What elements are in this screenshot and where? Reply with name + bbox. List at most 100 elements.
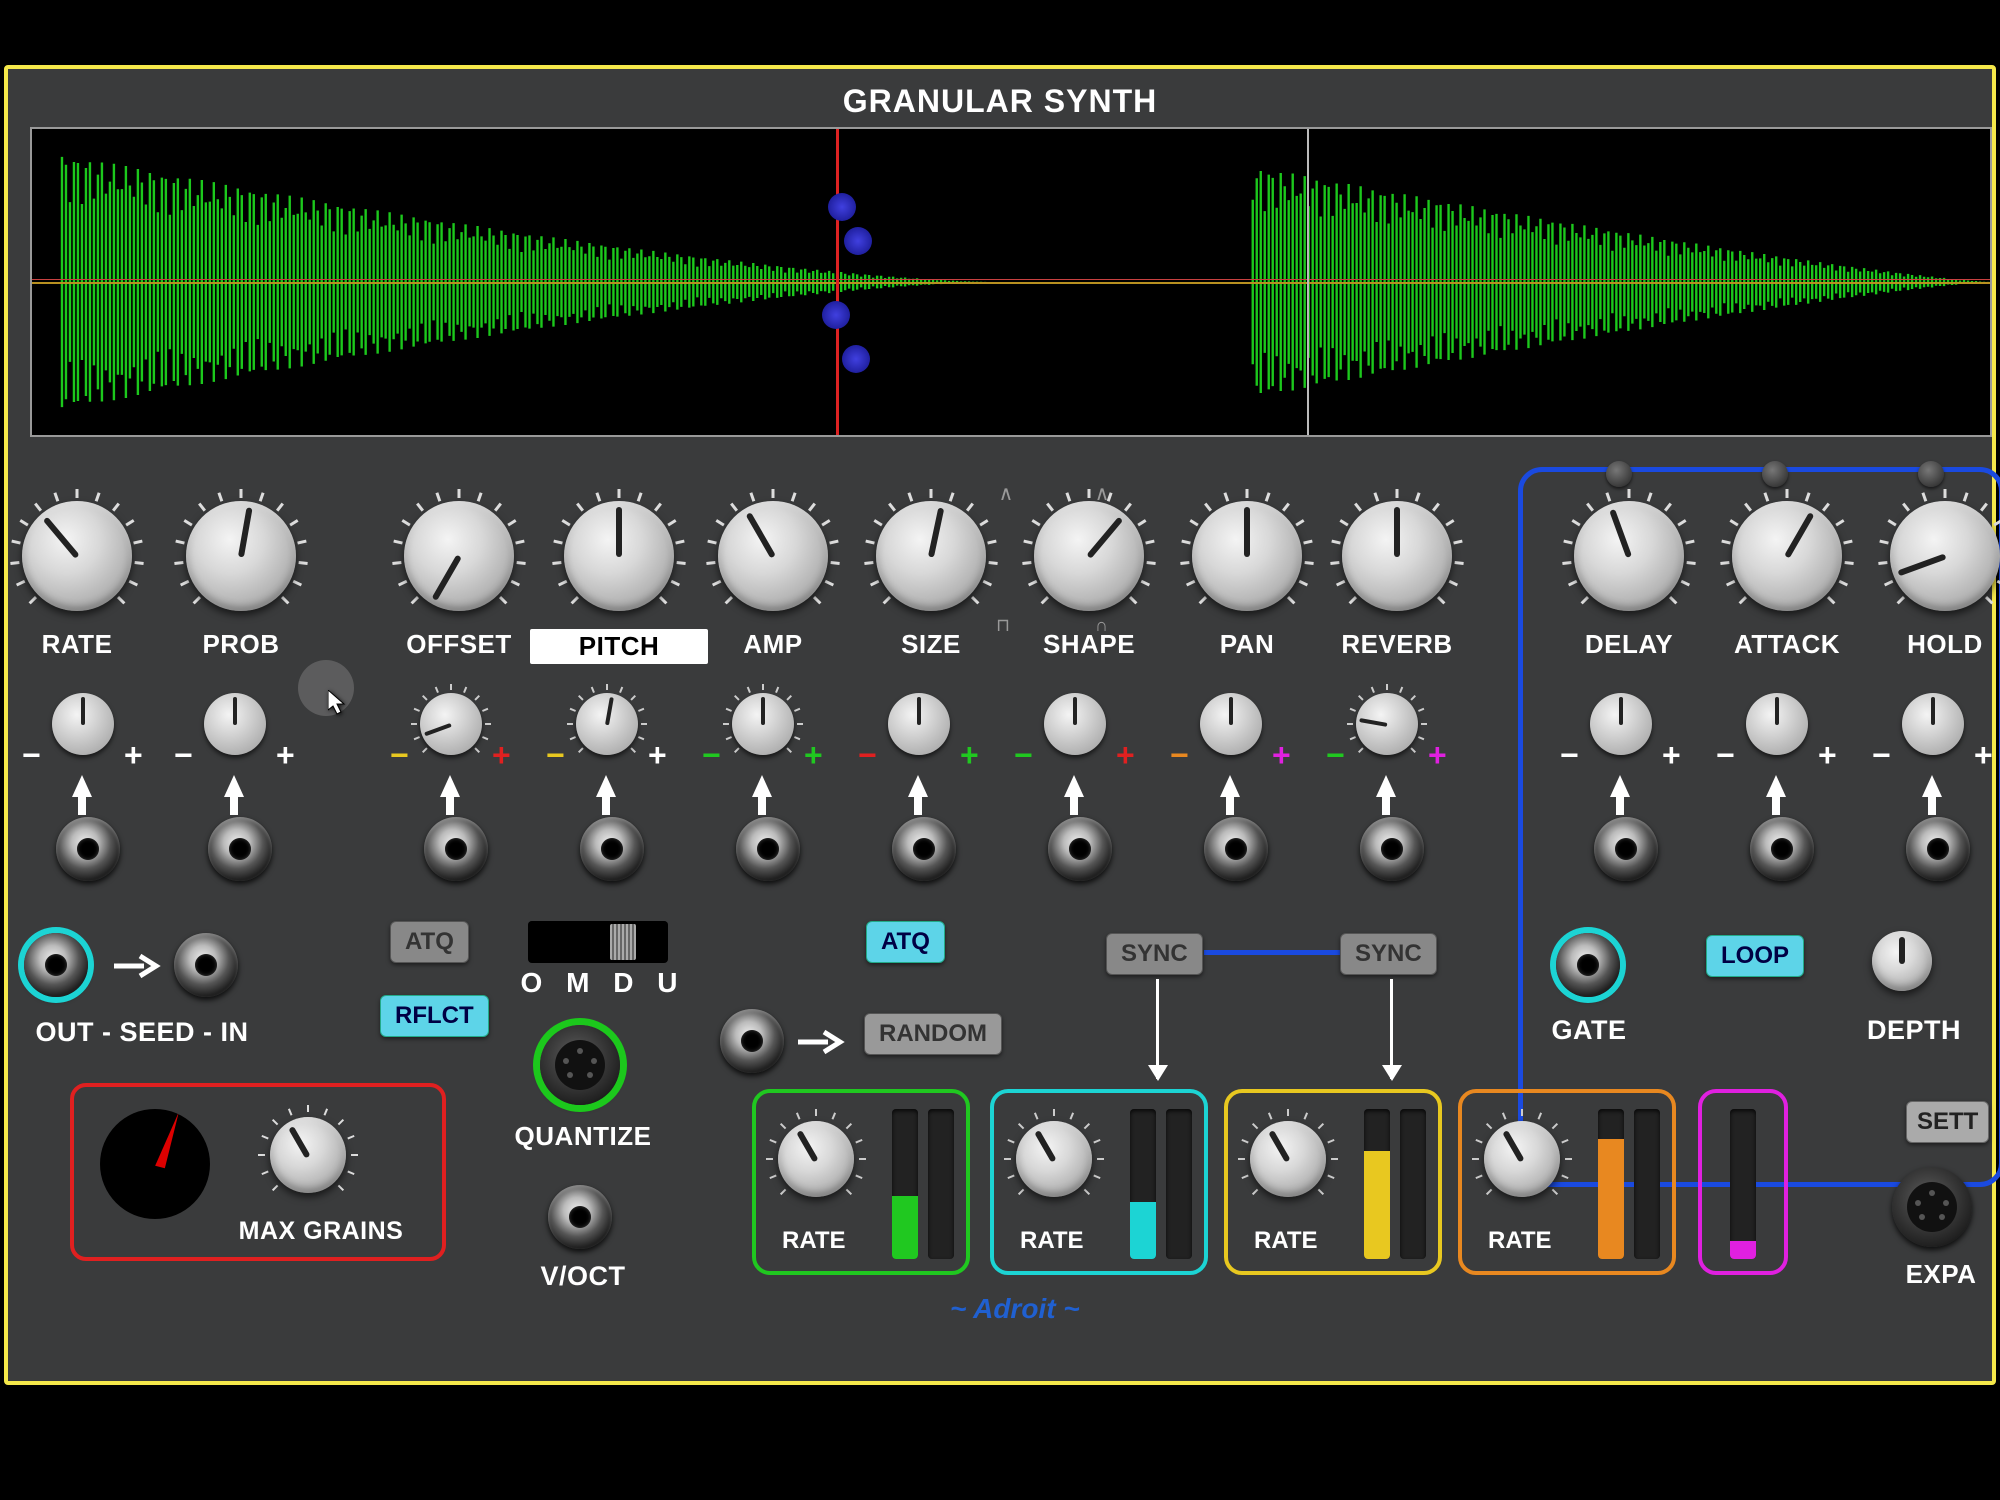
sync1-button[interactable]: SYNC [1106, 933, 1203, 975]
seed-out-jack[interactable] [24, 933, 88, 997]
mode-switch[interactable] [528, 921, 668, 963]
depth-knob[interactable] [1872, 931, 1932, 991]
attenuator-knob-3[interactable] [576, 693, 638, 755]
expand-jack[interactable] [1892, 1167, 1972, 1247]
lfo-slider-a-2[interactable] [1364, 1109, 1390, 1259]
lfo-slider-a-0[interactable] [892, 1109, 918, 1259]
maxgrains-knob[interactable] [270, 1117, 346, 1193]
expand-label: EXPA [1896, 1259, 1986, 1290]
amp-label: AMP [684, 629, 862, 660]
arrow-up-icon [1610, 775, 1630, 797]
gate-jack[interactable] [1556, 933, 1620, 997]
lfo-rate-label-2: RATE [1254, 1227, 1318, 1255]
minus-sign: − [1170, 737, 1189, 774]
plus-sign: + [1662, 737, 1681, 774]
cv-jack-6[interactable] [1048, 817, 1112, 881]
lfo-slider-a-4[interactable] [1730, 1109, 1756, 1259]
lfo-rate-knob-1[interactable] [1016, 1121, 1092, 1197]
plus-sign: + [1818, 737, 1837, 774]
hold-knob[interactable] [1890, 501, 2000, 611]
arrow-up-icon [596, 775, 616, 797]
pitch-label: PITCH [530, 629, 708, 664]
prob-knob[interactable] [186, 501, 296, 611]
random-jack[interactable] [720, 1009, 784, 1073]
cv-jack-2[interactable] [424, 817, 488, 881]
cv-jack-4[interactable] [736, 817, 800, 881]
loop-button[interactable]: LOOP [1706, 935, 1804, 977]
plus-sign: + [1974, 737, 1993, 774]
plus-sign: + [492, 737, 511, 774]
cv-jack-10[interactable] [1750, 817, 1814, 881]
playhead-red[interactable] [836, 129, 839, 435]
atq2-button[interactable]: ATQ [866, 921, 945, 963]
cv-jack-9[interactable] [1594, 817, 1658, 881]
seed-in-jack[interactable] [174, 933, 238, 997]
offset-knob[interactable] [404, 501, 514, 611]
lfo-rate-label-1: RATE [1020, 1227, 1084, 1255]
rflct-button[interactable]: RFLCT [380, 995, 489, 1037]
plus-sign: + [1428, 737, 1447, 774]
plus-sign: + [960, 737, 979, 774]
lfo-rate-knob-3[interactable] [1484, 1121, 1560, 1197]
attenuator-knob-0[interactable] [52, 693, 114, 755]
voct-label: V/OCT [528, 1261, 638, 1292]
maxgrains-label: MAX GRAINS [206, 1217, 436, 1246]
voct-jack[interactable] [548, 1185, 612, 1249]
cv-jack-1[interactable] [208, 817, 272, 881]
waveform-display[interactable] [30, 127, 1992, 437]
attenuator-knob-9[interactable] [1590, 693, 1652, 755]
rate-knob[interactable] [22, 501, 132, 611]
playhead-gray[interactable] [1307, 129, 1309, 435]
reverb-label: REVERB [1308, 629, 1486, 660]
module-title: GRANULAR SYNTH [8, 83, 1992, 120]
minus-sign: − [858, 737, 877, 774]
sync2-button[interactable]: SYNC [1340, 933, 1437, 975]
plus-sign: + [1272, 737, 1291, 774]
attenuator-knob-4[interactable] [732, 693, 794, 755]
lfo-slider-b-1[interactable] [1166, 1109, 1192, 1259]
grain-dot [822, 301, 850, 329]
minus-sign: − [22, 737, 41, 774]
lfo-rate-knob-0[interactable] [778, 1121, 854, 1197]
arrow-up-icon [1376, 775, 1396, 797]
settings-button[interactable]: SETT [1906, 1101, 1989, 1143]
lfo-rate-knob-2[interactable] [1250, 1121, 1326, 1197]
pan-knob[interactable] [1192, 501, 1302, 611]
minus-sign: − [1326, 737, 1345, 774]
cv-jack-5[interactable] [892, 817, 956, 881]
minus-sign: − [702, 737, 721, 774]
rate-label: RATE [0, 629, 166, 660]
atq1-button[interactable]: ATQ [390, 921, 469, 963]
lfo-rate-label-3: RATE [1488, 1227, 1552, 1255]
attenuator-knob-10[interactable] [1746, 693, 1808, 755]
attenuator-knob-1[interactable] [204, 693, 266, 755]
lfo-slider-a-1[interactable] [1130, 1109, 1156, 1259]
cv-jack-3[interactable] [580, 817, 644, 881]
delay-knob[interactable] [1574, 501, 1684, 611]
cv-jack-8[interactable] [1360, 817, 1424, 881]
grain-dot [842, 345, 870, 373]
lfo-slider-b-0[interactable] [928, 1109, 954, 1259]
shape-knob[interactable] [1034, 501, 1144, 611]
attenuator-knob-6[interactable] [1044, 693, 1106, 755]
pitch-knob[interactable] [564, 501, 674, 611]
size-knob[interactable] [876, 501, 986, 611]
attenuator-knob-8[interactable] [1356, 693, 1418, 755]
cv-jack-7[interactable] [1204, 817, 1268, 881]
lfo-slider-b-3[interactable] [1634, 1109, 1660, 1259]
attack-knob[interactable] [1732, 501, 1842, 611]
cv-jack-0[interactable] [56, 817, 120, 881]
lfo-slider-a-3[interactable] [1598, 1109, 1624, 1259]
attenuator-knob-5[interactable] [888, 693, 950, 755]
arrow-up-icon [72, 775, 92, 797]
cv-jack-11[interactable] [1906, 817, 1970, 881]
quantize-jack[interactable] [540, 1025, 620, 1105]
attenuator-knob-7[interactable] [1200, 693, 1262, 755]
attenuator-knob-11[interactable] [1902, 693, 1964, 755]
arrow-right-icon [798, 1029, 846, 1055]
random-button[interactable]: RANDOM [864, 1013, 1002, 1055]
amp-knob[interactable] [718, 501, 828, 611]
lfo-slider-b-2[interactable] [1400, 1109, 1426, 1259]
attenuator-knob-2[interactable] [420, 693, 482, 755]
reverb-knob[interactable] [1342, 501, 1452, 611]
